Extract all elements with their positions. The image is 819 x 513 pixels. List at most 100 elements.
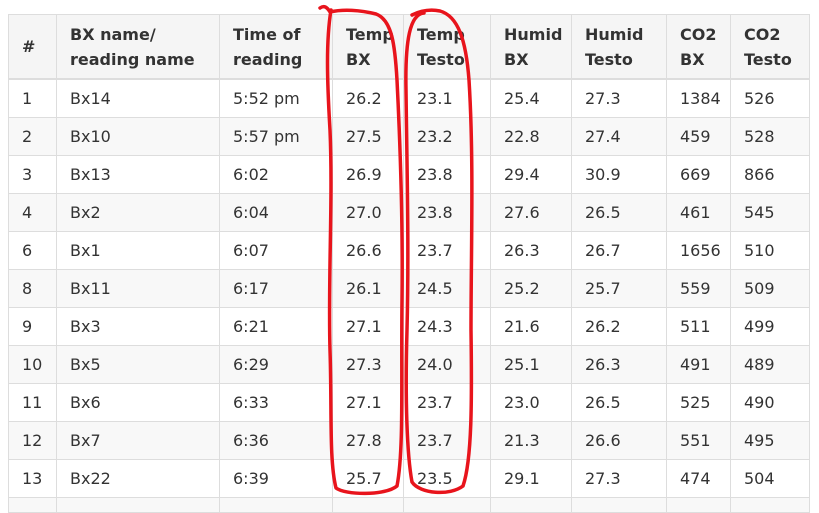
cell-empty	[219, 497, 333, 513]
cell-co2-bx: 511	[666, 307, 731, 346]
cell-empty	[332, 497, 404, 513]
cell-co2-bx: 1384	[666, 78, 731, 118]
cell-co2-bx: 459	[666, 117, 731, 156]
cell-number: 1	[8, 78, 57, 118]
cell-humid-testo: 26.2	[571, 307, 667, 346]
col-header-temp-bx: Temp BX	[332, 14, 404, 80]
cell-time: 5:57 pm	[219, 117, 333, 156]
cell-temp-bx: 27.8	[332, 421, 404, 460]
cell-number: 13	[8, 459, 57, 498]
col-header-time: Time of reading	[219, 14, 333, 80]
cell-humid-bx: 25.2	[490, 269, 572, 308]
cell-co2-testo: 499	[730, 307, 810, 346]
cell-humid-testo: 27.4	[571, 117, 667, 156]
cell-humid-bx: 23.0	[490, 383, 572, 422]
cell-temp-bx: 27.1	[332, 307, 404, 346]
cell-time: 6:02	[219, 155, 333, 194]
cell-number: 8	[8, 269, 57, 308]
cell-humid-testo: 27.3	[571, 459, 667, 498]
cell-co2-bx: 551	[666, 421, 731, 460]
cell-temp-testo: 23.5	[403, 459, 491, 498]
cell-number: 3	[8, 155, 57, 194]
cell-bx-name: Bx22	[56, 459, 220, 498]
cell-number: 2	[8, 117, 57, 156]
cell-time: 6:39	[219, 459, 333, 498]
cell-time: 6:33	[219, 383, 333, 422]
cell-bx-name: Bx7	[56, 421, 220, 460]
cell-humid-testo: 26.6	[571, 421, 667, 460]
cell-temp-testo: 23.7	[403, 421, 491, 460]
cell-humid-testo: 27.3	[571, 78, 667, 118]
table-row: 11 Bx6 6:33 27.1 23.7 23.0 26.5 525 490	[8, 383, 810, 422]
cell-empty	[571, 497, 667, 513]
cell-humid-bx: 29.4	[490, 155, 572, 194]
cell-co2-testo: 526	[730, 78, 810, 118]
cell-humid-bx: 26.3	[490, 231, 572, 270]
cell-bx-name: Bx13	[56, 155, 220, 194]
cell-bx-name: Bx10	[56, 117, 220, 156]
cell-temp-bx: 26.6	[332, 231, 404, 270]
cell-co2-testo: 545	[730, 193, 810, 232]
cell-humid-testo: 26.7	[571, 231, 667, 270]
cell-temp-bx: 26.9	[332, 155, 404, 194]
cell-number: 10	[8, 345, 57, 384]
cell-co2-testo: 489	[730, 345, 810, 384]
table-row: 13 Bx22 6:39 25.7 23.5 29.1 27.3 474 504	[8, 459, 810, 498]
cell-co2-testo: 528	[730, 117, 810, 156]
cell-bx-name: Bx1	[56, 231, 220, 270]
cell-time: 6:29	[219, 345, 333, 384]
cell-co2-testo: 510	[730, 231, 810, 270]
cell-temp-testo: 23.8	[403, 193, 491, 232]
col-header-temp-testo: Temp Testo	[403, 14, 491, 80]
table-row: 9 Bx3 6:21 27.1 24.3 21.6 26.2 511 499	[8, 307, 810, 346]
cell-number: 12	[8, 421, 57, 460]
cell-number: 6	[8, 231, 57, 270]
cell-co2-bx: 461	[666, 193, 731, 232]
cell-temp-bx: 27.3	[332, 345, 404, 384]
cell-temp-bx: 26.2	[332, 78, 404, 118]
cell-time: 6:07	[219, 231, 333, 270]
cell-temp-bx: 27.5	[332, 117, 404, 156]
cell-time: 6:17	[219, 269, 333, 308]
col-header-co2-testo: CO2 Testo	[730, 14, 810, 80]
readings-table: # BX name/ reading name Time of reading …	[8, 14, 810, 513]
table-row: 1 Bx14 5:52 pm 26.2 23.1 25.4 27.3 1384 526	[8, 78, 810, 118]
cell-humid-bx: 25.4	[490, 78, 572, 118]
cell-humid-testo: 26.5	[571, 193, 667, 232]
cell-bx-name: Bx11	[56, 269, 220, 308]
cell-bx-name: Bx14	[56, 78, 220, 118]
cell-bx-name: Bx2	[56, 193, 220, 232]
readings-table-container: # BX name/ reading name Time of reading …	[8, 14, 810, 513]
cell-co2-bx: 474	[666, 459, 731, 498]
cell-bx-name: Bx5	[56, 345, 220, 384]
cell-humid-bx: 21.3	[490, 421, 572, 460]
table-header-row: # BX name/ reading name Time of reading …	[8, 14, 810, 80]
cell-temp-testo: 23.8	[403, 155, 491, 194]
table-row: 2 Bx10 5:57 pm 27.5 23.2 22.8 27.4 459 528	[8, 117, 810, 156]
cell-bx-name: Bx3	[56, 307, 220, 346]
cell-humid-testo: 30.9	[571, 155, 667, 194]
cell-co2-bx: 669	[666, 155, 731, 194]
cell-co2-testo: 490	[730, 383, 810, 422]
col-header-humid-bx: Humid BX	[490, 14, 572, 80]
cell-temp-testo: 24.3	[403, 307, 491, 346]
cell-time: 6:04	[219, 193, 333, 232]
cell-temp-testo: 23.2	[403, 117, 491, 156]
table-row: 8 Bx11 6:17 26.1 24.5 25.2 25.7 559 509	[8, 269, 810, 308]
col-header-humid-testo: Humid Testo	[571, 14, 667, 80]
cell-humid-testo: 26.3	[571, 345, 667, 384]
cell-number: 11	[8, 383, 57, 422]
cell-co2-bx: 1656	[666, 231, 731, 270]
table-row: 4 Bx2 6:04 27.0 23.8 27.6 26.5 461 545	[8, 193, 810, 232]
cell-temp-testo: 24.0	[403, 345, 491, 384]
table-row: 10 Bx5 6:29 27.3 24.0 25.1 26.3 491 489	[8, 345, 810, 384]
cell-empty	[666, 497, 731, 513]
cell-co2-bx: 525	[666, 383, 731, 422]
table-body: 1 Bx14 5:52 pm 26.2 23.1 25.4 27.3 1384 526 2 Bx10…	[8, 78, 810, 513]
cell-co2-testo: 866	[730, 155, 810, 194]
cell-humid-bx: 22.8	[490, 117, 572, 156]
table-row: 6 Bx1 6:07 26.6 23.7 26.3 26.7 1656 510	[8, 231, 810, 270]
cell-temp-bx: 25.7	[332, 459, 404, 498]
col-header-number: #	[8, 14, 57, 80]
cell-co2-testo: 509	[730, 269, 810, 308]
